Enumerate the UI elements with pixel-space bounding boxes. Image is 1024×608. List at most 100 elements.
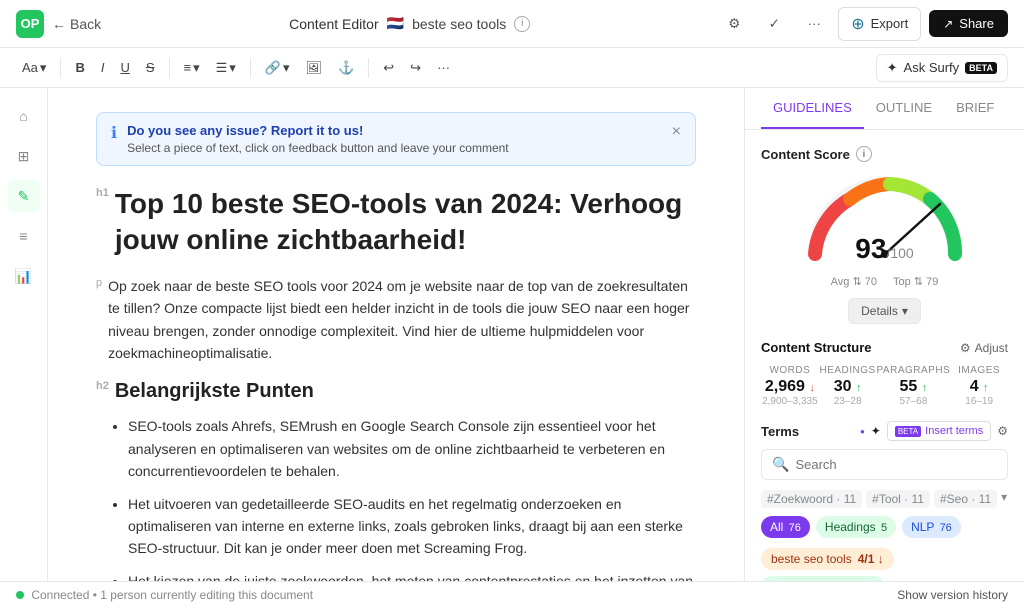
terms-tab[interactable]: All 76 xyxy=(761,516,810,538)
sidebar-home-icon[interactable]: ⌂ xyxy=(8,100,40,132)
connected-label: Connected xyxy=(31,588,89,602)
back-button[interactable]: ← Back xyxy=(52,16,101,32)
flag-icon: 🇳🇱 xyxy=(387,15,404,32)
bullet3-text: Het kiezen van de juiste zoekwoorden, he… xyxy=(128,573,464,581)
ask-surfy-label: Ask Surfy xyxy=(904,60,960,75)
banner-close-button[interactable]: × xyxy=(672,123,681,141)
list-item: Het uitvoeren van gedetailleerde SEO-aud… xyxy=(128,493,696,560)
info-circle-icon: ℹ xyxy=(111,123,117,143)
share-label: Share xyxy=(959,16,994,31)
term-tag: #Seo · 11 xyxy=(934,490,997,508)
editor-footer: Connected • 1 person currently editing t… xyxy=(0,581,1024,608)
wordpress-icon: ⊕ xyxy=(851,14,864,34)
term-tag: #Tool · 11 xyxy=(866,490,930,508)
sidebar-chart-icon[interactable]: 📊 xyxy=(8,260,40,292)
tab-outline[interactable]: OUTLINE xyxy=(864,88,944,129)
term-tag: #Zoekwoord · 11 xyxy=(761,490,862,508)
terms-tab[interactable]: NLP 76 xyxy=(902,516,961,538)
sidebar-edit-icon[interactable]: ✎ xyxy=(8,180,40,212)
tab-brief[interactable]: BRIEF xyxy=(944,88,1006,129)
p1-marker: p xyxy=(96,275,102,293)
search-icon: 🔍 xyxy=(772,456,789,473)
tab-guidelines[interactable]: GUIDELINES xyxy=(761,88,864,129)
list-button[interactable]: ☰ ▾ xyxy=(210,56,242,80)
term-overflow-icon[interactable]: ▾ xyxy=(1001,490,1007,508)
link-icon: 🔗 xyxy=(265,60,281,76)
strikethrough-button[interactable]: S xyxy=(140,56,161,79)
terms-tabs-row: All 76 Headings 5 NLP 76 xyxy=(761,516,1008,538)
terms-actions: ● ✦ BETA Insert terms ⚙ xyxy=(860,421,1008,441)
bold-button[interactable]: B xyxy=(69,56,90,79)
list-icon: ☰ xyxy=(216,60,228,76)
stats-row: WORDS 2,969 ↓ 2,900–3,335 HEADINGS 30 ↑ … xyxy=(761,365,1008,407)
terms-search-input[interactable] xyxy=(795,457,997,472)
undo-button[interactable]: ↩ xyxy=(377,56,400,80)
check-button[interactable]: ✓ xyxy=(758,8,790,40)
editor-toolbar: Aa ▾ B I U S ≡ ▾ ☰ ▾ 🔗 ▾ 🖼 ⚓ ↩ ↪ ··· ✦ A… xyxy=(0,48,1024,88)
share-button[interactable]: ↗ Share xyxy=(929,10,1008,37)
editor-title: Content Editor xyxy=(289,16,379,32)
content-score-text: Content Score xyxy=(761,147,850,162)
font-size-label: Aa xyxy=(22,60,38,75)
editor-paragraph-1[interactable]: p Op zoek naar de beste SEO tools voor 2… xyxy=(96,275,696,365)
redo-button[interactable]: ↪ xyxy=(404,56,427,80)
score-info-icon[interactable]: i xyxy=(856,146,872,162)
stat-range: 16–19 xyxy=(950,396,1008,407)
info-banner-text: Do you see any issue? Report it to us! S… xyxy=(127,123,509,155)
sidebar-grid-icon[interactable]: ⊞ xyxy=(8,140,40,172)
align-icon: ≡ xyxy=(184,60,192,75)
terms-tab[interactable]: Headings 5 xyxy=(816,516,896,538)
stat-item: HEADINGS 30 ↑ 23–28 xyxy=(819,365,877,407)
anchor-button[interactable]: ⚓ xyxy=(332,56,360,80)
export-label: Export xyxy=(871,16,909,31)
more-toolbar-button[interactable]: ··· xyxy=(431,56,456,79)
link-chevron-icon: ▾ xyxy=(283,60,290,76)
avg-label: Avg ⇅ 70 xyxy=(831,275,877,288)
sidebar-list-icon[interactable]: ≡ xyxy=(8,220,40,252)
footer-left: Connected • 1 person currently editing t… xyxy=(16,588,313,602)
link-button[interactable]: 🔗 ▾ xyxy=(259,56,296,80)
ask-surfy-button[interactable]: ✦ Ask Surfy BETA xyxy=(876,54,1008,82)
dot-icon: ● xyxy=(860,427,865,436)
content-score-section: Content Score i xyxy=(761,146,1008,324)
stat-value: 55 ↑ xyxy=(877,378,951,396)
gauge-container: 93/100 xyxy=(805,174,965,267)
bullet-list: SEO-tools zoals Ahrefs, SEMrush en Googl… xyxy=(96,415,696,581)
settings-button[interactable]: ⚙ xyxy=(718,8,750,40)
details-label: Details xyxy=(861,304,898,318)
editor-h2a[interactable]: h2 Belangrijkste Punten xyxy=(96,380,696,403)
score-denom: /100 xyxy=(886,245,913,261)
align-button[interactable]: ≡ ▾ xyxy=(178,56,206,80)
chip-text: beste seo tools xyxy=(771,552,852,566)
toolbar-separator-4 xyxy=(368,58,369,78)
more-options-button[interactable]: ··· xyxy=(798,8,830,40)
h2a-text: Belangrijkste Punten xyxy=(115,380,314,403)
content-structure-title: Content Structure xyxy=(761,340,872,355)
keyword-chips: beste seo tools4/1 ↓seo tools12/18–35scr… xyxy=(761,548,1008,581)
editor-h1[interactable]: h1 Top 10 beste SEO-tools van 2024: Verh… xyxy=(96,186,696,259)
details-button[interactable]: Details ▾ xyxy=(848,298,921,324)
score-number: 93/100 xyxy=(855,233,913,265)
font-size-button[interactable]: Aa ▾ xyxy=(16,56,52,80)
info-icon[interactable]: i xyxy=(514,16,530,32)
show-history-button[interactable]: Show version history xyxy=(897,588,1008,602)
topbar-right: ⚙ ✓ ··· ⊕ Export ↗ Share xyxy=(718,7,1008,41)
underline-button[interactable]: U xyxy=(114,56,135,79)
topbar-center: Content Editor 🇳🇱 beste seo tools i xyxy=(289,15,530,32)
stat-item: PARAGRAPHS 55 ↑ 57–68 xyxy=(877,365,951,407)
right-panel: GUIDELINES OUTLINE BRIEF Content Score i xyxy=(744,88,1024,581)
italic-button[interactable]: I xyxy=(95,56,111,79)
keyword-chip[interactable]: beste seo tools4/1 ↓ xyxy=(761,548,894,570)
surfy-icon: ✦ xyxy=(887,60,898,76)
adjust-button[interactable]: ⚙ Adjust xyxy=(960,341,1008,355)
list-item: Het kiezen van de juiste zoekwoorden, he… xyxy=(128,570,696,581)
insert-terms-button[interactable]: BETA Insert terms xyxy=(887,421,991,441)
image-button[interactable]: 🖼 xyxy=(300,56,329,80)
editor-area[interactable]: ℹ Do you see any issue? Report it to us!… xyxy=(48,88,744,581)
toolbar-separator-3 xyxy=(250,58,251,78)
terms-search-box[interactable]: 🔍 xyxy=(761,449,1008,480)
contentprestaties-link[interactable]: contentprestaties xyxy=(464,573,571,581)
align-chevron-icon: ▾ xyxy=(193,60,200,76)
terms-adjust-button[interactable]: ⚙ xyxy=(997,424,1008,438)
export-button[interactable]: ⊕ Export xyxy=(838,7,921,41)
